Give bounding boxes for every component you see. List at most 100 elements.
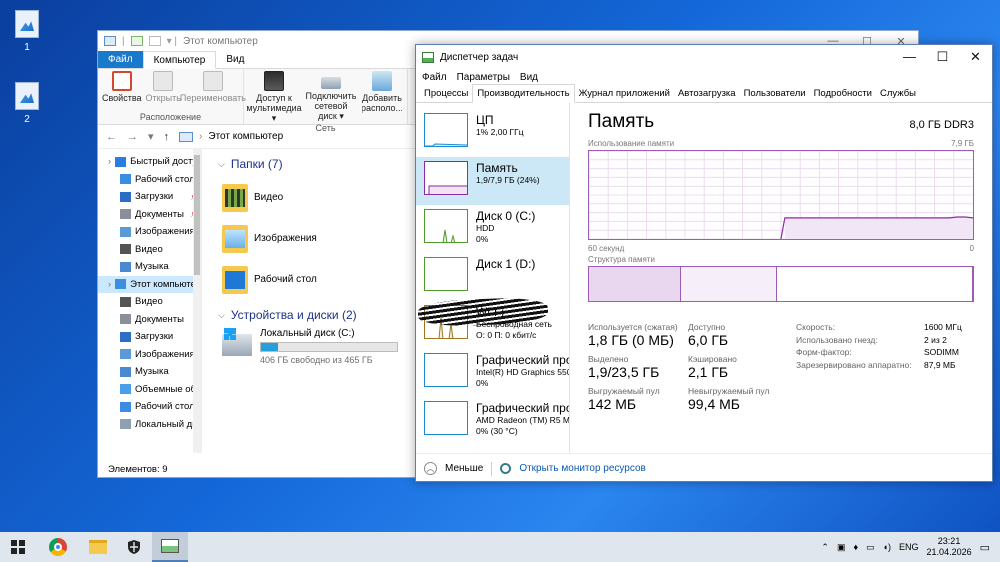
- fewer-details-icon[interactable]: ︿: [424, 462, 437, 475]
- composition-segment: [589, 267, 682, 301]
- taskbar-file-explorer[interactable]: [80, 532, 116, 562]
- tab-view[interactable]: Вид: [216, 51, 254, 68]
- tray-clock[interactable]: 23:21 21.04.2026: [927, 536, 972, 558]
- forward-button[interactable]: →: [127, 131, 138, 143]
- tab-details[interactable]: Подробности: [810, 85, 876, 102]
- nav-item[interactable]: Загрузки📌: [98, 188, 201, 206]
- nav-item[interactable]: Локальный диск: [98, 416, 201, 434]
- nav-item[interactable]: Музыка: [98, 258, 201, 276]
- tab-file[interactable]: Файл: [98, 51, 143, 68]
- resource-sub2: О: 0 П: 0 кбит/с: [476, 330, 537, 340]
- properties-button[interactable]: Свойства: [102, 71, 142, 112]
- resource-text: Диск 0 (C:) HDD 0%: [476, 209, 535, 245]
- scrollbar-thumb[interactable]: [194, 155, 200, 275]
- tray-app-icon[interactable]: ▣: [837, 542, 846, 553]
- map-network-drive-button[interactable]: Подключить сетевой диск ▾: [304, 71, 358, 123]
- start-button[interactable]: [0, 532, 36, 562]
- tab-startup[interactable]: Автозагрузка: [674, 85, 740, 102]
- minimize-button[interactable]: —: [893, 49, 926, 65]
- nav-item[interactable]: Музыка: [98, 363, 201, 381]
- resource-item[interactable]: Диск 0 (C:) HDD 0%: [416, 205, 569, 253]
- open-icon: [153, 71, 174, 91]
- tab-processes[interactable]: Процессы: [420, 85, 472, 102]
- quick-access-dropdown-icon[interactable]: ▾ |: [167, 36, 177, 47]
- resource-item[interactable]: Графический про Intel(R) HD Graphics 550 0…: [416, 349, 569, 397]
- recent-locations-button[interactable]: ▾: [148, 130, 154, 143]
- menu-file[interactable]: Файл: [422, 72, 447, 83]
- nav-item-icon: [120, 419, 131, 430]
- nav-item[interactable]: Изображения: [98, 346, 201, 364]
- nav-item[interactable]: Рабочий стол📌: [98, 171, 201, 189]
- close-button[interactable]: ✕: [959, 49, 992, 65]
- tray-volume-icon[interactable]: ◖): [883, 542, 891, 552]
- tray-defender-icon[interactable]: ♦: [853, 542, 858, 552]
- tab-computer[interactable]: Компьютер: [142, 51, 217, 69]
- nav-item[interactable]: Видео: [98, 293, 201, 311]
- chevron-right-icon[interactable]: ›: [108, 156, 111, 167]
- computer-icon: [104, 36, 116, 46]
- resource-item[interactable]: Графический про AMD Radeon (TM) R5 M 0% (3…: [416, 397, 569, 445]
- nav-item-icon: [120, 209, 131, 220]
- notifications-icon[interactable]: ▭: [980, 541, 990, 554]
- shield-icon: [128, 540, 140, 554]
- nav-item[interactable]: Объемные объ: [98, 381, 201, 399]
- usage-area: [784, 217, 973, 239]
- nav-item[interactable]: Документы📌: [98, 206, 201, 224]
- tray-overflow-icon[interactable]: ⌃: [821, 542, 829, 553]
- resource-item[interactable]: Диск 1 (D:): [416, 253, 569, 301]
- folder-icon: [89, 540, 107, 554]
- nav-item[interactable]: Изображения📌: [98, 223, 201, 241]
- media-server-icon: [264, 71, 284, 91]
- open-resource-monitor-link[interactable]: Открыть монитор ресурсов: [519, 463, 646, 474]
- rename-icon: [202, 71, 223, 91]
- resource-item[interactable]: Память 1,9/7,9 ГБ (24%): [416, 157, 569, 205]
- tab-users[interactable]: Пользователи: [740, 85, 810, 102]
- tab-services[interactable]: Службы: [876, 85, 920, 102]
- resource-text: Графический про Intel(R) HD Graphics 550 0…: [476, 353, 569, 389]
- taskbar-security[interactable]: [116, 532, 152, 562]
- new-folder-icon[interactable]: [148, 36, 161, 46]
- properties-check-icon[interactable]: [130, 36, 143, 46]
- property-value: 1600 МГц: [924, 322, 962, 332]
- nav-item[interactable]: › Этот компьютер: [98, 275, 201, 293]
- media-access-button[interactable]: Доступ к мультимедиа ▾: [246, 71, 302, 123]
- maximize-button[interactable]: ☐: [926, 49, 959, 65]
- drive-usage-fill: [261, 343, 279, 351]
- resource-monitor-icon: [500, 463, 512, 474]
- resource-item[interactable]: ЦП 1% 2,00 ГГц: [416, 109, 569, 157]
- nav-item[interactable]: Рабочий стол: [98, 398, 201, 416]
- clock-time: 23:21: [937, 536, 961, 546]
- menu-options[interactable]: Параметры: [457, 72, 510, 83]
- memory-detail-panel: Память 8,0 ГБ DDR3 Использование памяти …: [570, 103, 992, 453]
- menu-bar: Файл Параметры Вид: [416, 69, 992, 85]
- breadcrumb-chevron-icon[interactable]: ›: [199, 131, 202, 142]
- add-network-location-button[interactable]: Добавить располо...: [362, 71, 402, 123]
- menu-view[interactable]: Вид: [520, 72, 538, 83]
- taskbar-task-manager[interactable]: [152, 532, 188, 562]
- desktop-icon-1[interactable]: 1: [12, 10, 42, 53]
- up-button[interactable]: ↑: [164, 131, 170, 143]
- resource-sub1: HDD: [476, 223, 495, 233]
- nav-item[interactable]: Загрузки: [98, 328, 201, 346]
- chevron-right-icon[interactable]: ›: [108, 279, 111, 290]
- nav-item-icon: [120, 401, 131, 412]
- tab-app-history[interactable]: Журнал приложений: [575, 85, 674, 102]
- network-location-icon: [372, 71, 392, 91]
- property-value: SODIMM: [924, 347, 959, 357]
- nav-item[interactable]: Документы: [98, 311, 201, 329]
- task-manager-titlebar[interactable]: Диспетчер задач — ☐ ✕: [416, 45, 992, 69]
- nav-item-label: Рабочий стол: [135, 173, 195, 185]
- tab-performance[interactable]: Производительность: [472, 84, 575, 103]
- tray-network-icon[interactable]: ▭: [866, 542, 875, 553]
- taskbar-chrome[interactable]: [36, 532, 80, 562]
- tray-language[interactable]: ENG: [899, 542, 919, 552]
- back-button[interactable]: ←: [106, 131, 117, 143]
- desktop-icon-2[interactable]: 2: [12, 82, 42, 125]
- open-button[interactable]: Открыть: [146, 71, 181, 112]
- nav-item[interactable]: Видео: [98, 241, 201, 259]
- nav-scrollbar[interactable]: [193, 149, 201, 453]
- stat-label: Доступно: [688, 322, 726, 332]
- rename-button[interactable]: Переименовать: [180, 71, 246, 112]
- nav-item[interactable]: › Быстрый доступ: [98, 153, 201, 171]
- fewer-details-button[interactable]: Меньше: [445, 463, 483, 474]
